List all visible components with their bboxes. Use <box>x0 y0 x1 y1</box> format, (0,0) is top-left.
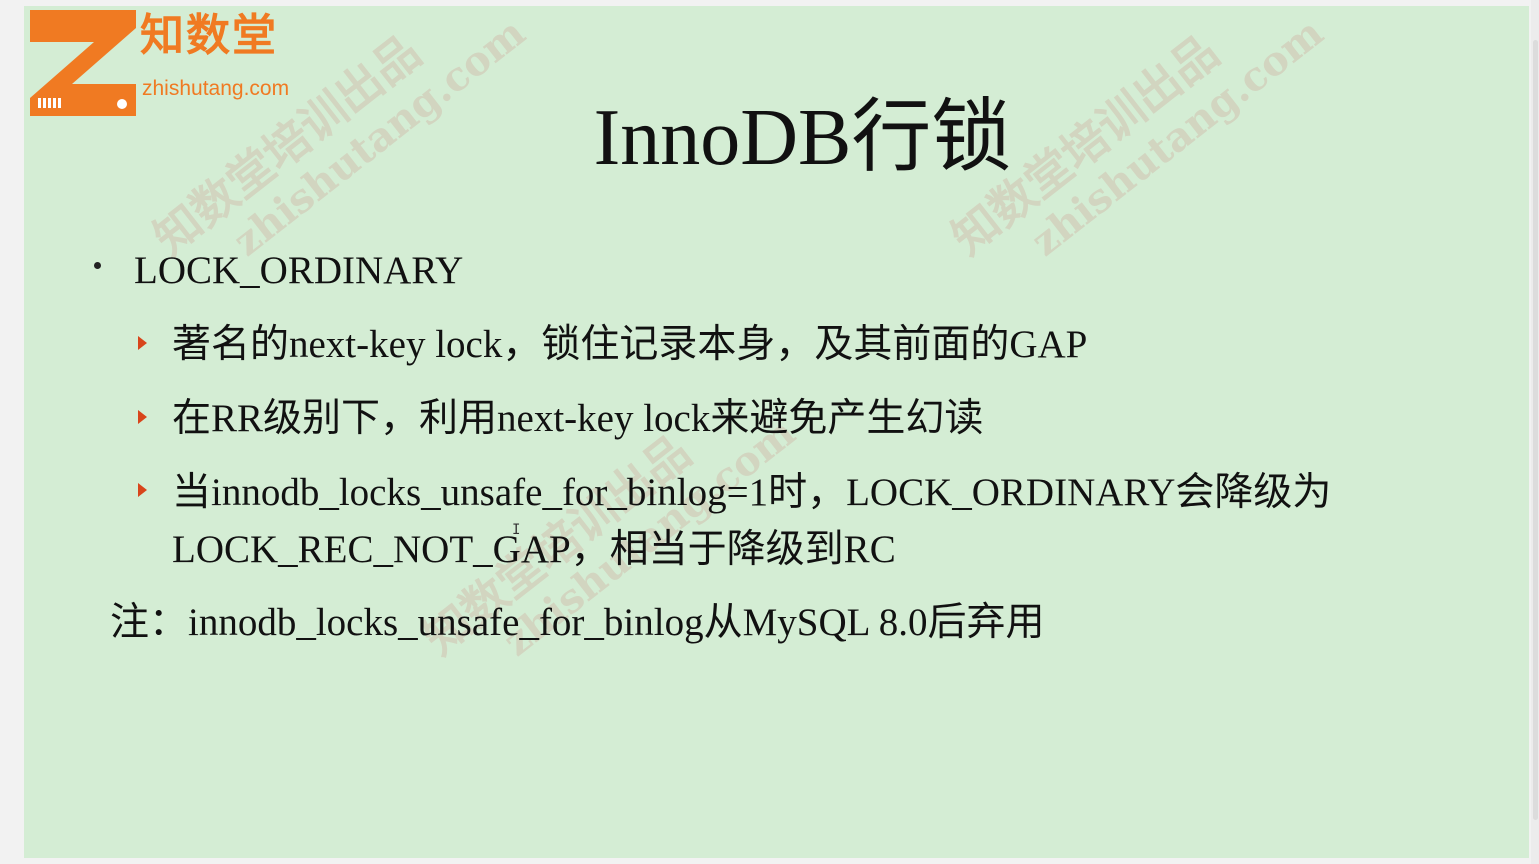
triangle-right-icon <box>138 410 147 424</box>
slide-title: InnoDB行锁 <box>593 94 1012 182</box>
scrollbar-thumb[interactable] <box>1533 40 1538 820</box>
sub-item: 在RR级别下，利用next-key lock来避免产生幻读 <box>172 397 984 440</box>
note-text: 注：innodb_locks_unsafe_for_binlog从MySQL 8… <box>110 601 1045 644</box>
logo-domain-text: zhishutang.com <box>142 77 290 100</box>
triangle-right-icon <box>138 336 147 350</box>
logo-brand-text: 知数堂 <box>140 10 278 61</box>
sub-item: 著名的next-key lock，锁住记录本身，及其前面的GAP <box>172 323 1088 366</box>
dot-icon <box>94 262 101 269</box>
sub-item: 当innodb_locks_unsafe_for_binlog=1时，LOCK_… <box>172 471 1332 571</box>
slide: 知数堂 zhishutang.com 知数堂培训出品 zhishutang.co… <box>24 6 1529 858</box>
triangle-right-icon <box>138 483 147 497</box>
text-cursor-icon: I <box>512 522 521 538</box>
scrollbar[interactable] <box>1531 0 1539 864</box>
bullet-text: LOCK_ORDINARY <box>134 249 464 292</box>
